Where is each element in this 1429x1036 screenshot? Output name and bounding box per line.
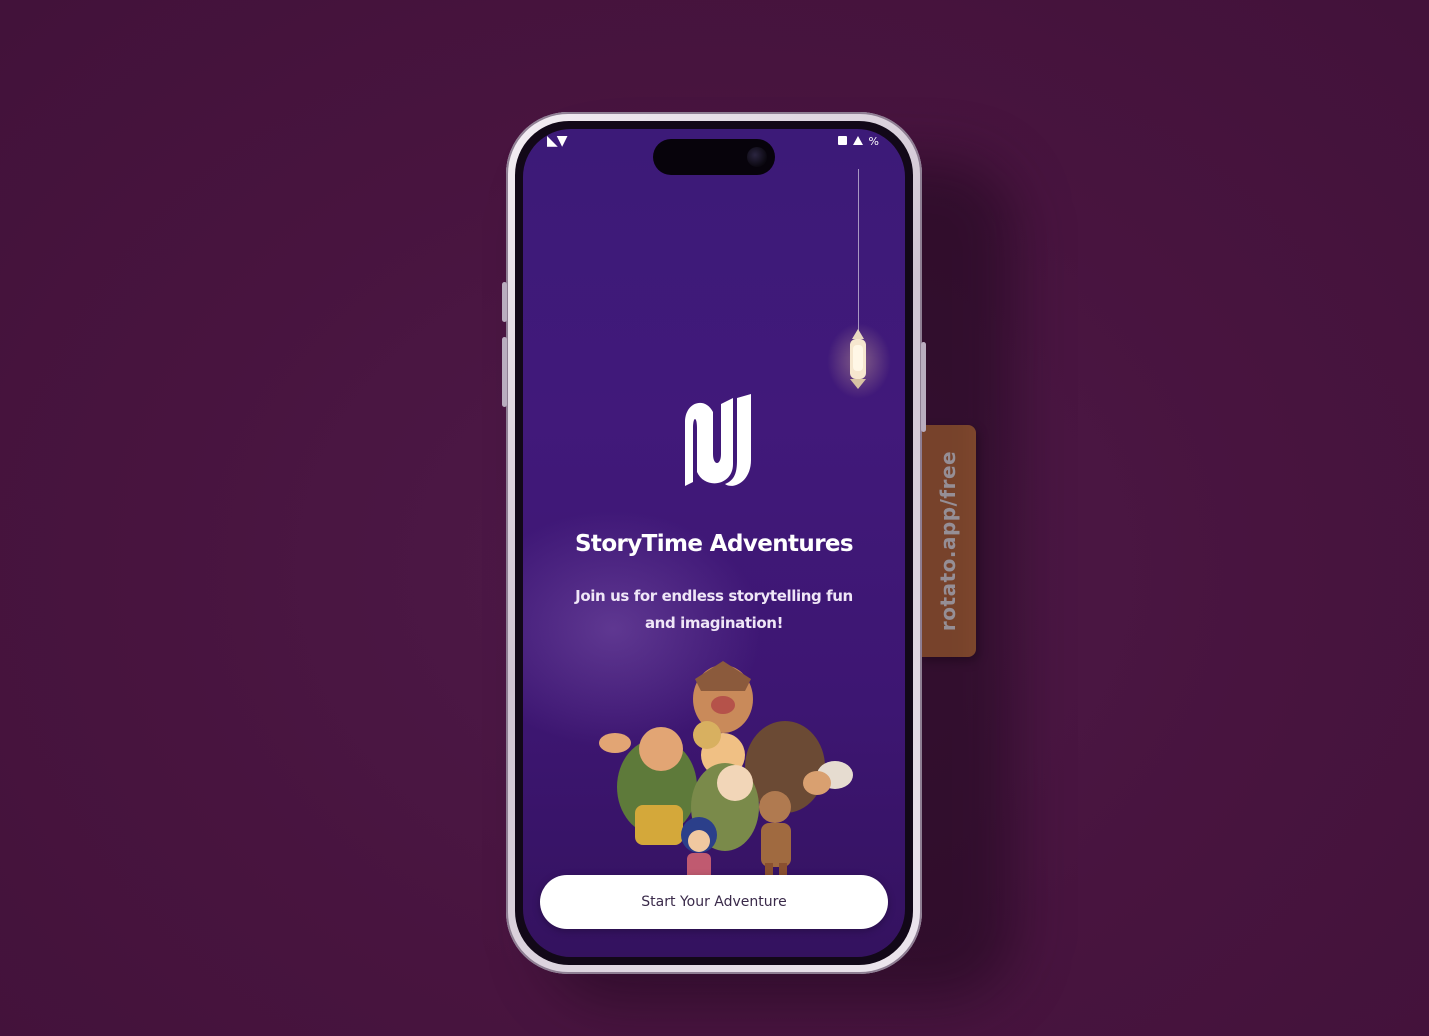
status-bar-right: % [837,135,879,148]
start-adventure-button[interactable]: Start Your Adventure [540,875,888,929]
app-title: StoryTime Adventures [574,531,854,557]
dynamic-island [653,139,775,175]
app-subtitle: Join us for endless storytelling fun and… [575,587,853,632]
story-logo-icon [685,394,751,486]
lantern-string [858,169,859,334]
front-camera [747,147,767,167]
phone-bezel: ◣▼ % StoryTime Adventures Join us for en… [515,121,913,965]
phone-volume-down [502,337,507,407]
phone-frame: ◣▼ % StoryTime Adventures Join us for en… [502,112,926,974]
battery-icon: % [868,135,879,148]
mockup-stage: rotato.app/free ◣▼ % StoryTime Adventure… [0,0,1429,1036]
app-screen: ◣▼ % StoryTime Adventures Join us for en… [523,129,905,957]
phone-volume-up [502,282,507,322]
signal-icon [837,135,847,148]
phone-power-button [921,342,926,432]
characters-group-illustration [599,661,853,883]
hanging-lantern-icon [850,329,866,389]
wifi-icon [852,135,863,148]
status-bar-left: ◣▼ [547,133,568,149]
